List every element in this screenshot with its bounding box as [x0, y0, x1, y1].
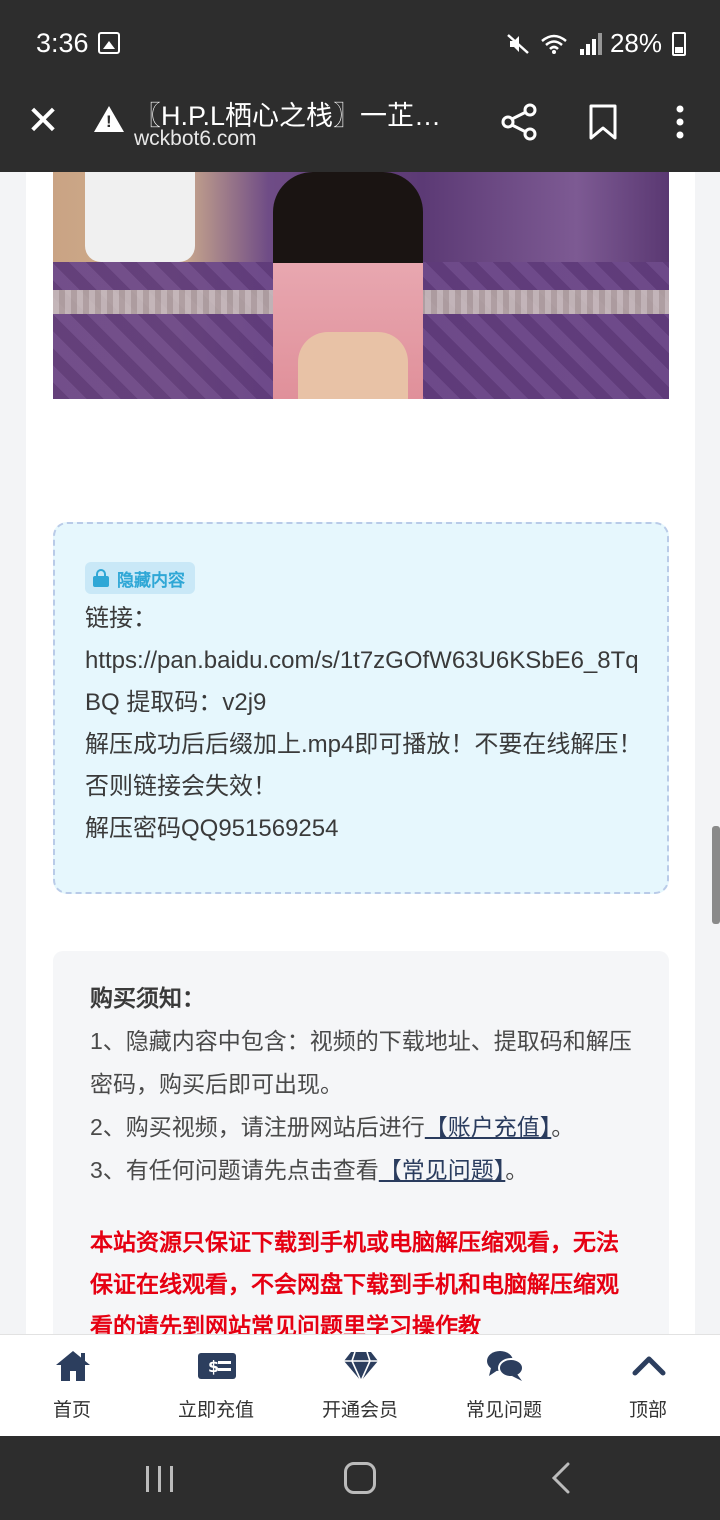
signal-icon — [578, 32, 602, 55]
article-photo[interactable] — [53, 172, 669, 399]
back-icon[interactable] — [550, 1462, 572, 1494]
status-bar: 3:36 28% — [0, 0, 720, 86]
notice-item-3: 3、有任何问题请先点击查看【常见问题】。 — [90, 1157, 529, 1183]
warning-icon[interactable] — [94, 106, 124, 132]
home-icon — [56, 1351, 90, 1381]
nav-top-label: 顶部 — [628, 1400, 667, 1421]
nav-home-label: 首页 — [52, 1400, 91, 1421]
status-right: 28% — [506, 28, 686, 59]
nav-membership-label: 开通会员 — [321, 1400, 398, 1421]
mute-icon — [507, 33, 529, 54]
account-recharge-link[interactable]: 【账户充值】 — [425, 1114, 552, 1140]
battery-percent: 28% — [609, 28, 662, 58]
recents-icon[interactable] — [145, 1466, 175, 1492]
unzip-instructions: 解压成功后后缀加上.mp4即可播放！不要在线解压！否则链接会失效！ — [85, 731, 643, 800]
notice-warning: 本站资源只保证下载到手机或电脑解压缩观看，无法保证在线观看，不会网盘下载到手机和… — [90, 1229, 619, 1334]
article-content: 隐藏内容 链接： https://pan.baidu.com/s/1t7zGOf… — [26, 172, 695, 1334]
faq-link[interactable]: 【常见问题】 — [379, 1157, 506, 1183]
notice-item-1: 1、隐藏内容中包含：视频的下载地址、提取码和解压密码，购买后即可出现。 — [90, 1028, 632, 1097]
hidden-content-box: 隐藏内容 链接： https://pan.baidu.com/s/1t7zGOf… — [53, 522, 669, 894]
hidden-content-badge: 隐藏内容 — [85, 562, 195, 594]
notice-heading: 购买须知： — [90, 985, 205, 1011]
nav-membership[interactable]: 开通会员 — [300, 1335, 420, 1437]
unzip-password: 解压密码QQ951569254 — [85, 815, 339, 842]
page-url[interactable]: wckbot6.com — [134, 127, 257, 151]
bottom-nav: 首页 $ 立即充值 开通会员 常见问题 顶部 — [0, 1334, 720, 1436]
lock-icon — [93, 569, 109, 587]
badge-label: 隐藏内容 — [117, 570, 185, 590]
nav-top[interactable]: 顶部 — [588, 1335, 708, 1437]
nav-recharge[interactable]: $ 立即充值 — [156, 1335, 276, 1437]
nav-recharge-label: 立即充值 — [177, 1400, 254, 1421]
more-options-icon[interactable] — [670, 104, 690, 140]
wifi-icon — [541, 34, 567, 54]
link-label: 链接： — [85, 605, 157, 632]
home-button-icon[interactable] — [344, 1462, 376, 1494]
system-nav-bar — [0, 1436, 720, 1520]
notice-item-2: 2、购买视频，请注册网站后进行【账户充值】。 — [90, 1114, 575, 1140]
close-icon[interactable]: ✕ — [26, 101, 60, 141]
scrollbar[interactable] — [712, 826, 720, 924]
purchase-notice: 购买须知： 1、隐藏内容中包含：视频的下载地址、提取码和解压密码，购买后即可出现… — [53, 951, 669, 1334]
hidden-content-text[interactable]: 链接： https://pan.baidu.com/s/1t7zGOfW63U6… — [85, 598, 645, 850]
nav-faq-label: 常见问题 — [465, 1400, 542, 1421]
svg-text:$: $ — [208, 1357, 219, 1376]
money-icon: $ — [198, 1353, 236, 1379]
share-icon[interactable] — [500, 102, 540, 142]
nav-home[interactable]: 首页 — [12, 1335, 132, 1437]
chevron-up-icon — [632, 1356, 666, 1376]
battery-icon — [672, 31, 686, 56]
browser-toolbar: ✕ 〖H.P.L栖心之栈〗一芷… wckbot6.com — [0, 86, 720, 172]
gallery-notification-icon — [98, 32, 120, 54]
chat-icon — [487, 1351, 524, 1381]
download-link[interactable]: https://pan.baidu.com/s/1t7zGOfW63U6KSbE… — [85, 640, 645, 724]
diamond-icon — [344, 1351, 378, 1383]
status-time: 3:36 — [36, 28, 89, 58]
nav-faq[interactable]: 常见问题 — [444, 1335, 564, 1437]
bookmark-icon[interactable] — [588, 104, 618, 140]
